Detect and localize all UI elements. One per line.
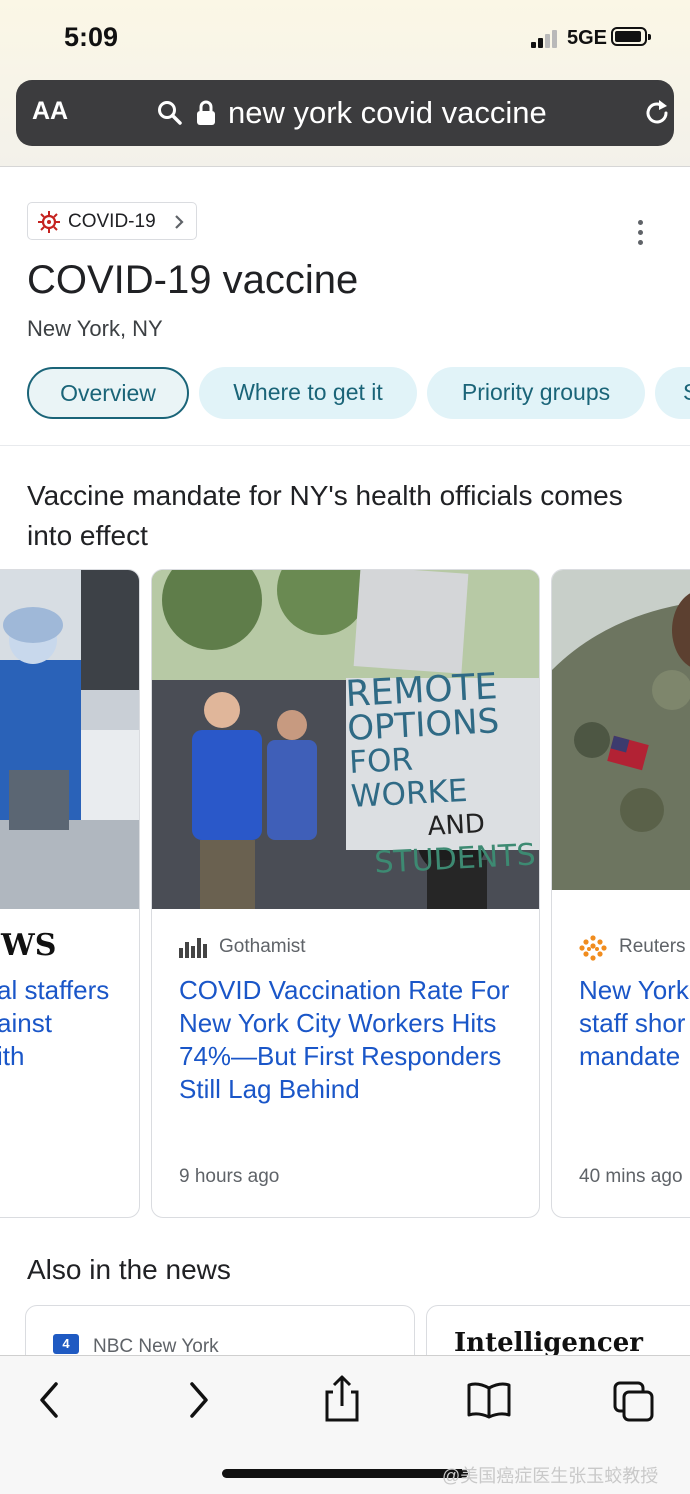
topic-chip-covid[interactable]: COVID-19	[27, 202, 197, 240]
news-card-gothamist[interactable]: REMOTE OPTIONS FOR WORKE AND STUDENTS Go…	[151, 569, 540, 1218]
news-photo-military	[552, 570, 690, 909]
card-title[interactable]: New York staff shor mandate	[579, 974, 690, 1073]
reuters-logo-icon	[579, 935, 607, 961]
chevron-right-icon	[175, 215, 184, 229]
card-source: WS	[1, 928, 57, 963]
more-options-icon[interactable]	[628, 218, 652, 248]
card-source: Gothamist	[219, 936, 306, 957]
news-photo-protest: REMOTE OPTIONS FOR WORKE AND STUDENTS	[152, 570, 539, 909]
news-card-left[interactable]: WS al staffers ainst ith	[0, 569, 140, 1218]
tab-partial[interactable]: S	[655, 367, 690, 419]
also-in-news-heading: Also in the news	[27, 1254, 231, 1285]
network-type: 5GE	[567, 27, 608, 49]
tab-where-to-get-it[interactable]: Where to get it	[199, 367, 417, 419]
url-text[interactable]: new york covid vaccine	[228, 95, 547, 131]
location-label: New York, NY	[27, 316, 163, 341]
signal-strength-icon	[531, 30, 563, 48]
tab-overview[interactable]: Overview	[27, 367, 189, 419]
lock-icon	[197, 100, 215, 125]
card-time: 9 hours ago	[179, 1166, 280, 1187]
page-title: COVID-19 vaccine	[27, 258, 359, 302]
card-source: Intelligencer	[454, 1328, 643, 1358]
reader-text-size-button[interactable]: AA	[32, 97, 68, 126]
nbc-logo-icon: 4	[53, 1334, 79, 1354]
back-icon[interactable]	[34, 1378, 64, 1422]
topic-chip-label: COVID-19	[68, 211, 156, 232]
tab-priority-groups[interactable]: Priority groups	[427, 367, 645, 419]
virus-icon	[38, 211, 60, 233]
gothamist-logo-icon	[179, 938, 207, 958]
card-time: 40 mins ago	[579, 1166, 683, 1187]
news-card-reuters[interactable]: Reuters New York staff shor mandate 40 m…	[551, 569, 690, 1218]
top-story-heading: Vaccine mandate for NY's health official…	[27, 480, 623, 551]
news-photo-medical	[0, 570, 139, 909]
forward-icon[interactable]	[184, 1378, 214, 1422]
status-time: 5:09	[64, 22, 119, 52]
watermark-text: @美国癌症医生张玉蛟教授	[442, 1466, 659, 1486]
card-title[interactable]: al staffers ainst ith	[0, 974, 109, 1073]
card-source: Reuters	[619, 936, 686, 957]
protest-sign-text: REMOTE OPTIONS FOR WORKE AND STUDENTS	[344, 666, 537, 881]
home-indicator	[222, 1469, 468, 1478]
address-bar[interactable]: AA new york covid vaccine	[16, 80, 674, 146]
battery-icon	[611, 27, 651, 46]
tabs-icon[interactable]	[612, 1380, 656, 1424]
share-icon[interactable]	[322, 1374, 362, 1424]
browser-top-chrome: 5:09 5GE AA new york covid vaccine	[0, 0, 690, 167]
search-icon	[158, 101, 182, 125]
bookmarks-icon[interactable]	[466, 1382, 512, 1420]
card-title[interactable]: COVID Vaccination Rate For New York City…	[179, 974, 524, 1106]
reload-icon[interactable]	[642, 98, 672, 128]
section-divider	[0, 445, 690, 446]
